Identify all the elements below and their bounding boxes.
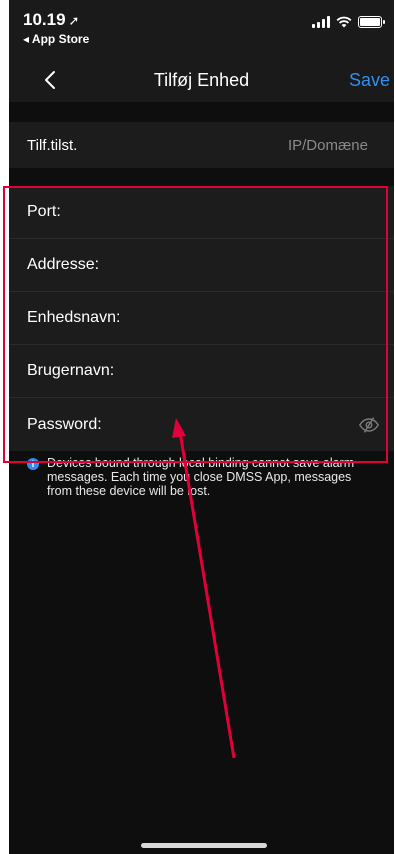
device-type-row[interactable]: Tilf.tilst. IP/Domæne — [9, 122, 394, 168]
port-input[interactable] — [64, 203, 380, 221]
username-row: Brugernavn: — [9, 345, 394, 398]
status-icons — [312, 16, 385, 28]
info-note: i Devices bound through local binding ca… — [27, 456, 377, 498]
address-label: Addresse: — [27, 256, 100, 273]
password-row: Password: — [9, 398, 394, 451]
device-type-value: IP/Domæne — [287, 136, 368, 154]
password-input[interactable] — [105, 415, 358, 434]
status-time: 10.19 ➚ — [23, 10, 80, 29]
address-input[interactable] — [103, 256, 380, 274]
location-arrow-icon: ➚ — [68, 13, 80, 28]
device-name-row: Enhedsnavn: — [9, 292, 394, 345]
wifi-icon — [336, 16, 352, 28]
battery-icon — [358, 16, 385, 28]
username-label: Brugernavn: — [27, 362, 115, 379]
page-title: Tilføj Enhed — [153, 70, 250, 90]
status-bar: 10.19 ➚ ◂ App Store — [9, 0, 394, 58]
save-button[interactable]: Save — [349, 70, 390, 91]
info-text: Devices bound through local binding cann… — [47, 456, 355, 498]
password-label: Password: — [27, 415, 102, 433]
address-row: Addresse: — [9, 239, 394, 292]
device-type-label: Tilf.tilst. — [27, 136, 78, 154]
info-icon: i — [27, 458, 39, 470]
navigation-bar: Tilføj Enhed Save — [9, 58, 394, 102]
username-input[interactable] — [118, 362, 380, 380]
home-indicator[interactable] — [141, 843, 267, 848]
cellular-signal-icon — [312, 16, 330, 28]
device-form: Port: Addresse: Enhedsnavn: Brugernavn: … — [9, 186, 394, 451]
device-name-input[interactable] — [124, 309, 380, 327]
phone-screen: 10.19 ➚ ◂ App Store Tilføj Enhed Save Til… — [9, 0, 394, 854]
eye-hidden-icon[interactable] — [358, 414, 380, 436]
device-name-label: Enhedsnavn: — [27, 309, 121, 326]
port-row: Port: — [9, 186, 394, 239]
port-label: Port: — [27, 203, 61, 220]
back-to-app-store-link[interactable]: ◂ App Store — [23, 32, 89, 46]
